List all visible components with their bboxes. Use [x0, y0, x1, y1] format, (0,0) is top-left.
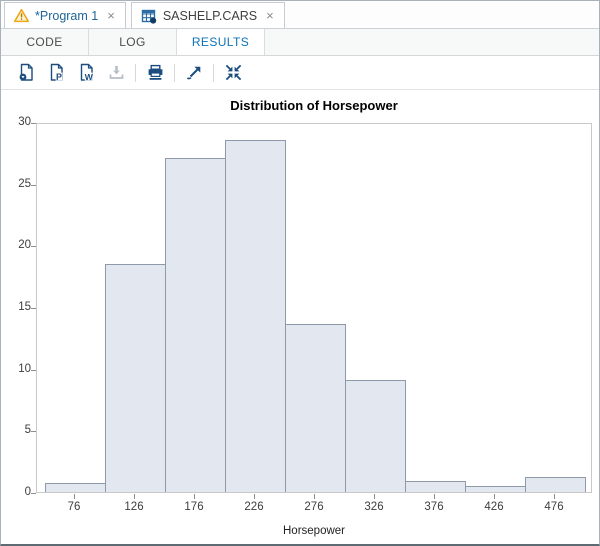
rtf-file-icon[interactable]: W — [72, 60, 100, 86]
histogram-bar — [105, 264, 166, 492]
tab-code-label: CODE — [26, 35, 62, 49]
x-tick-label: 426 — [484, 501, 503, 513]
print-icon[interactable] — [141, 60, 169, 86]
tab-program1[interactable]: *Program 1 × — [4, 2, 126, 28]
x-tick — [254, 494, 255, 499]
y-tick-label: 15 — [3, 301, 31, 313]
tab-results-label: RESULTS — [192, 35, 249, 49]
y-tick-label: 25 — [3, 178, 31, 190]
y-tick-label: 0 — [3, 486, 31, 498]
toolbar-separator — [213, 64, 214, 82]
histogram-bar — [225, 140, 286, 492]
svg-text:P: P — [55, 72, 61, 82]
close-icon[interactable]: × — [265, 9, 275, 22]
view-tab-bar: CODE LOG RESULTS — [1, 29, 599, 56]
histogram-bar — [345, 380, 406, 492]
maximize-toggle-icon[interactable] — [219, 60, 247, 86]
x-tick — [314, 494, 315, 499]
tab-program1-label: *Program 1 — [35, 9, 98, 23]
histogram-bar — [45, 483, 106, 492]
x-tick-label: 176 — [184, 501, 203, 513]
y-tick — [31, 185, 36, 186]
tab-code[interactable]: CODE — [1, 29, 89, 55]
tab-sashelp-cars-label: SASHELP.CARS — [163, 9, 257, 23]
x-tick — [134, 494, 135, 499]
y-tick-label: 20 — [3, 239, 31, 251]
histogram-bar — [285, 324, 346, 492]
x-tick — [494, 494, 495, 499]
results-toolbar: P W — [1, 56, 599, 90]
x-tick-label: 76 — [68, 501, 81, 513]
x-tick — [374, 494, 375, 499]
x-tick-label: 226 — [244, 501, 263, 513]
chart-title: Distribution of Horsepower — [36, 98, 592, 113]
y-tick — [31, 308, 36, 309]
y-tick — [31, 493, 36, 494]
y-tick-label: 5 — [3, 424, 31, 436]
y-tick — [31, 431, 36, 432]
x-tick — [434, 494, 435, 499]
x-tick — [194, 494, 195, 499]
x-tick-label: 126 — [124, 501, 143, 513]
sas-studio-window: *Program 1 × SASHELP.CARS × CODE LOG R — [0, 0, 600, 546]
tab-results[interactable]: RESULTS — [177, 29, 265, 55]
x-tick-label: 476 — [544, 501, 563, 513]
histogram-bar — [405, 481, 466, 492]
histogram-bar — [525, 477, 586, 492]
tab-sashelp-cars[interactable]: SASHELP.CARS × — [131, 2, 285, 28]
y-tick — [31, 123, 36, 124]
x-tick-label: 276 — [304, 501, 323, 513]
plot-area — [36, 123, 592, 493]
x-axis-title: Horsepower — [36, 525, 592, 537]
histogram-bar — [465, 486, 526, 492]
close-icon[interactable]: × — [106, 9, 116, 22]
download-icon — [102, 60, 130, 86]
pdf-file-icon[interactable]: P — [42, 60, 70, 86]
x-tick — [554, 494, 555, 499]
toolbar-separator — [174, 64, 175, 82]
tab-log[interactable]: LOG — [89, 29, 177, 55]
table-icon — [141, 8, 157, 24]
open-new-window-icon[interactable] — [180, 60, 208, 86]
y-tick-label: 30 — [3, 116, 31, 128]
y-tick — [31, 370, 36, 371]
y-tick — [31, 246, 36, 247]
warning-icon — [14, 8, 29, 23]
svg-text:W: W — [84, 72, 93, 82]
x-tick-label: 326 — [364, 501, 383, 513]
x-tick-label: 376 — [424, 501, 443, 513]
html-file-icon[interactable] — [12, 60, 40, 86]
tab-log-label: LOG — [119, 35, 146, 49]
document-tab-bar: *Program 1 × SASHELP.CARS × — [1, 1, 599, 29]
y-tick-label: 10 — [3, 363, 31, 375]
toolbar-separator — [135, 64, 136, 82]
x-tick — [74, 494, 75, 499]
histogram-bar — [165, 158, 226, 492]
results-chart: Distribution of Horsepower 0 5 10 15 20 25 30 7… — [1, 91, 599, 544]
